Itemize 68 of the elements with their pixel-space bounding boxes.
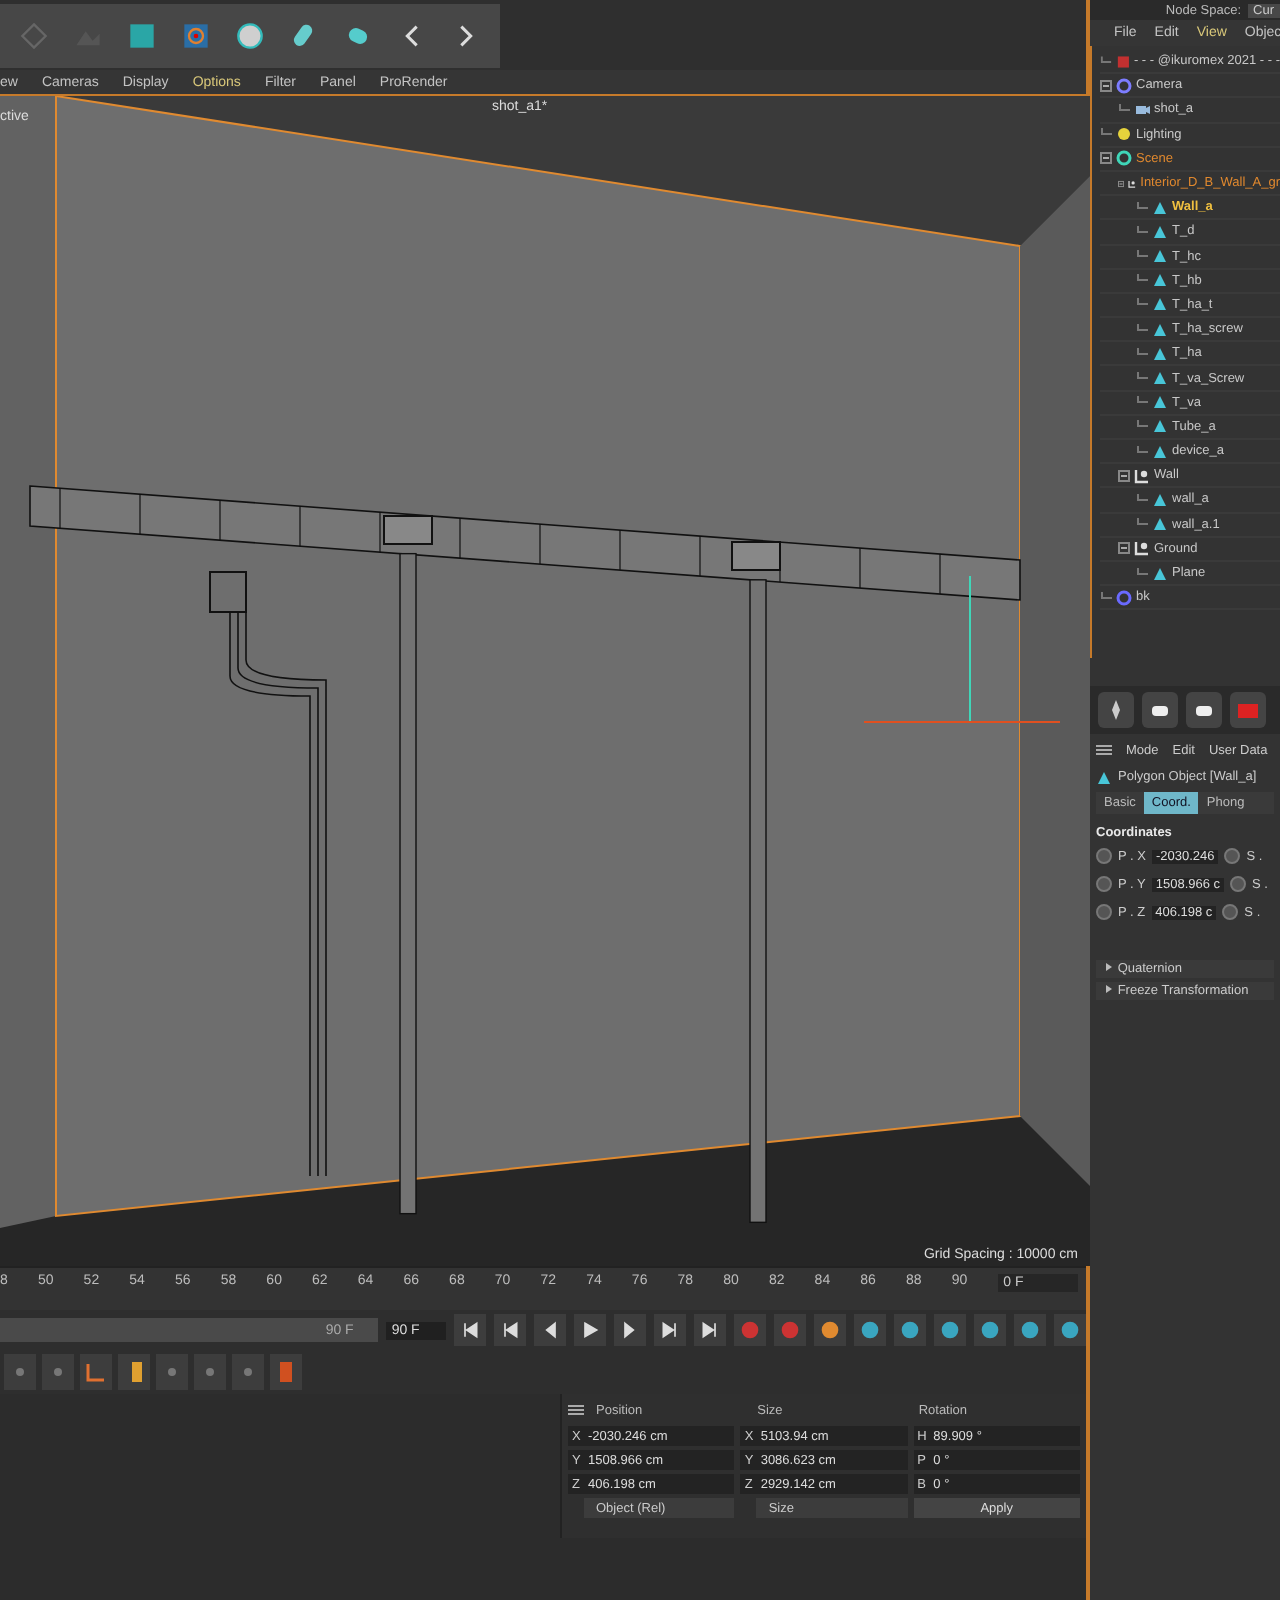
object-axis-button[interactable] <box>80 1354 112 1390</box>
last-key-icon <box>660 1320 680 1340</box>
scale-key-icon <box>900 1320 920 1340</box>
first-key-icon <box>500 1320 520 1340</box>
parameter-key-icon <box>980 1320 1000 1340</box>
keyframe-button[interactable] <box>814 1314 846 1346</box>
scene-icon <box>1116 150 1132 167</box>
step-forward-button[interactable] <box>614 1314 646 1346</box>
texture-icon <box>128 21 156 49</box>
parameter-key-button[interactable] <box>974 1314 1006 1346</box>
delete-icon <box>274 1360 298 1384</box>
keyframe-dot-icon[interactable] <box>1096 904 1112 920</box>
polygon-icon <box>1096 769 1112 785</box>
step-back-button[interactable] <box>534 1314 566 1346</box>
scale-key-button[interactable] <box>894 1314 926 1346</box>
diamond-icon <box>20 21 48 49</box>
collapse-toggle-icon <box>1100 79 1112 92</box>
tree-branch-icon <box>1136 567 1148 580</box>
autokey-icon <box>780 1320 800 1340</box>
go-to-end-button[interactable] <box>694 1314 726 1346</box>
menu-icon <box>1096 744 1112 756</box>
go-to-start-icon <box>460 1320 480 1340</box>
go-to-end-icon <box>700 1320 720 1340</box>
play-button[interactable] <box>574 1314 606 1346</box>
keyframe-dot-icon[interactable] <box>1222 904 1239 920</box>
step-forward-icon <box>620 1320 640 1340</box>
collapse-toggle-icon <box>1100 152 1112 165</box>
keyframe-dot-icon[interactable] <box>1230 876 1247 892</box>
tree-branch-icon <box>1100 591 1112 604</box>
group-icon <box>1134 540 1150 557</box>
null-object-icon <box>1116 77 1132 94</box>
group-icon <box>1128 175 1137 192</box>
record-icon <box>740 1320 760 1340</box>
autokey-button[interactable] <box>774 1314 806 1346</box>
snap-button[interactable] <box>118 1354 150 1390</box>
object-axis-icon <box>84 1360 108 1384</box>
delete-button[interactable] <box>270 1354 302 1390</box>
rotation-key-icon <box>940 1320 960 1340</box>
last-key-button[interactable] <box>654 1314 686 1346</box>
target-icon <box>182 21 210 49</box>
collapse-toggle-icon <box>1118 542 1130 555</box>
position-key-button[interactable] <box>854 1314 886 1346</box>
menu-icon <box>568 1404 584 1416</box>
light-icon <box>1116 126 1132 143</box>
collapse-toggle-icon <box>1118 469 1130 482</box>
go-to-start-button[interactable] <box>454 1314 486 1346</box>
marker-icon <box>1115 53 1130 70</box>
keyframe-icon <box>820 1320 840 1340</box>
keyframe-dot-icon[interactable] <box>1096 848 1112 864</box>
viewport-light-button[interactable] <box>1142 692 1178 728</box>
keyframe-dot-icon[interactable] <box>1224 848 1241 864</box>
shutter-button[interactable] <box>1098 692 1134 728</box>
sphere-icon <box>236 21 264 49</box>
expand-arrow-icon <box>1104 962 1114 972</box>
collapse-toggle-icon <box>1118 177 1125 190</box>
group-icon <box>1134 467 1150 484</box>
keyframe-dot-icon[interactable] <box>1096 876 1112 892</box>
projector-button[interactable] <box>1186 692 1222 728</box>
camera-icon <box>1236 698 1260 722</box>
position-key-icon <box>860 1320 880 1340</box>
tree-branch-icon <box>1100 55 1112 68</box>
expand-arrow-icon <box>1104 984 1114 994</box>
polygon-icon <box>1152 565 1168 582</box>
play-icon <box>580 1320 600 1340</box>
first-key-button[interactable] <box>494 1314 526 1346</box>
rotation-key-button[interactable] <box>934 1314 966 1346</box>
sky-icon <box>1116 589 1132 606</box>
step-back-icon <box>540 1320 560 1340</box>
